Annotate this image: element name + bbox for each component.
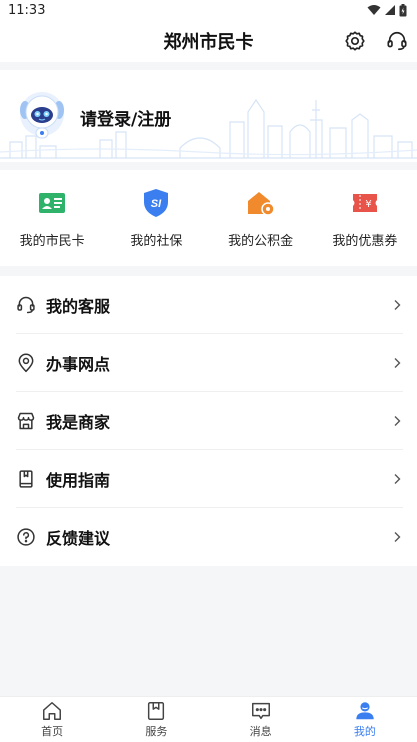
user-icon [354, 700, 376, 722]
tab-label: 首页 [41, 725, 64, 738]
menu-label: 我是商家 [46, 413, 111, 432]
svg-text:¥: ¥ [365, 199, 371, 210]
guide-book-icon [16, 469, 36, 489]
svg-text:SI: SI [151, 198, 162, 210]
menu-item-service-outlets[interactable]: 办事网点 [0, 334, 417, 392]
login-card[interactable]: 请登录/注册 [0, 70, 417, 162]
service-label: 我的市民卡 [19, 234, 85, 249]
page-title: 郑州市民卡 [163, 32, 254, 53]
tab-mine[interactable]: 我的 [313, 697, 417, 742]
bottom-tab-bar: 首页 服务 消息 我的 [0, 696, 417, 742]
message-icon [250, 700, 272, 722]
status-bar: 11:33 [0, 0, 417, 20]
menu-item-feedback[interactable]: 反馈建议 [0, 508, 417, 566]
coupon-icon: ¥ [350, 188, 380, 218]
login-register-link[interactable]: 请登录/注册 [80, 105, 171, 130]
status-icons [367, 3, 407, 17]
chevron-right-icon [394, 474, 401, 484]
bookmark-icon [145, 700, 167, 722]
app-bar: 郑州市民卡 [0, 20, 417, 62]
wifi-icon [367, 5, 381, 15]
chevron-right-icon [394, 300, 401, 310]
service-label: 我的优惠券 [332, 234, 398, 249]
chevron-right-icon [394, 532, 401, 542]
chevron-right-icon [394, 358, 401, 368]
menu-item-merchant[interactable]: 我是商家 [0, 392, 417, 450]
service-social-security[interactable]: SI 我的社保 [106, 188, 206, 249]
signal-icon [385, 5, 395, 15]
robot-avatar [20, 92, 64, 139]
si-shield-icon: SI [141, 188, 171, 218]
home-icon [41, 700, 63, 722]
service-grid: 我的市民卡 SI 我的社保 我的公积金 ¥ 我的优惠券 [0, 170, 417, 266]
question-circle-icon [16, 527, 36, 547]
menu-label: 使用指南 [46, 471, 111, 490]
tab-messages[interactable]: 消息 [209, 697, 313, 742]
house-coin-icon [246, 188, 276, 218]
menu-label: 办事网点 [46, 355, 111, 374]
battery-icon [399, 3, 407, 16]
chevron-right-icon [394, 416, 401, 426]
headset-icon [16, 295, 36, 315]
service-housing-fund[interactable]: 我的公积金 [211, 188, 311, 249]
tab-label: 消息 [249, 725, 272, 738]
tab-label: 我的 [353, 725, 376, 738]
tab-services[interactable]: 服务 [104, 697, 208, 742]
menu-label: 反馈建议 [46, 529, 111, 548]
service-label: 我的社保 [130, 234, 183, 249]
store-icon [16, 411, 36, 431]
tab-label: 服务 [145, 725, 168, 738]
menu-item-customer-service[interactable]: 我的客服 [0, 276, 417, 334]
status-time: 11:33 [8, 2, 46, 18]
service-citizen-card[interactable]: 我的市民卡 [2, 188, 102, 249]
tab-home[interactable]: 首页 [0, 697, 104, 742]
menu-label: 我的客服 [46, 297, 111, 316]
headset-icon[interactable] [385, 29, 409, 53]
menu-list: 我的客服 办事网点 我是商家 使用指南 反馈建议 [0, 276, 417, 566]
location-pin-icon [16, 353, 36, 373]
id-card-icon [37, 188, 67, 218]
menu-item-user-guide[interactable]: 使用指南 [0, 450, 417, 508]
service-label: 我的公积金 [228, 234, 294, 249]
gear-icon[interactable] [343, 29, 367, 53]
service-coupons[interactable]: ¥ 我的优惠券 [315, 188, 415, 249]
